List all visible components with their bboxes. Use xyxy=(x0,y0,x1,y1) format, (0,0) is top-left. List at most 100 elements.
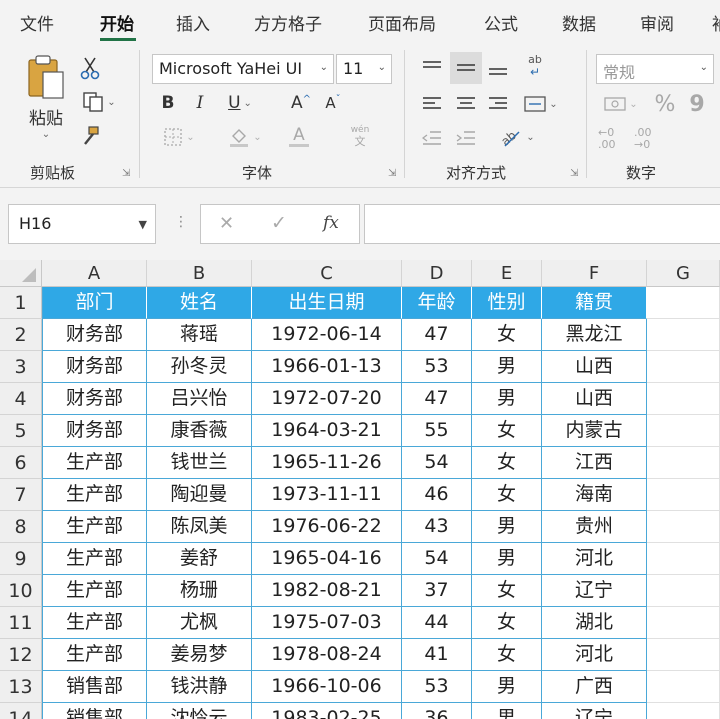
cell-dept[interactable]: 财务部 xyxy=(42,415,147,447)
tab-review[interactable]: 审阅 xyxy=(640,10,674,35)
cell-birth-date[interactable]: 1976-06-22 xyxy=(252,511,402,543)
tab-insert[interactable]: 插入 xyxy=(176,10,210,35)
tab-formulas[interactable]: 公式 xyxy=(484,10,518,35)
row-header[interactable]: 12 xyxy=(0,639,42,671)
row-header[interactable]: 10 xyxy=(0,575,42,607)
align-bottom-button[interactable] xyxy=(484,54,512,82)
cell-dept[interactable]: 财务部 xyxy=(42,351,147,383)
cell-name[interactable]: 蒋瑶 xyxy=(147,319,252,351)
tab-view[interactable]: 袖 xyxy=(712,10,720,35)
cell-age[interactable]: 53 xyxy=(402,671,472,703)
formula-bar-grip-icon[interactable]: ⋮ xyxy=(174,214,188,230)
decrease-indent-button[interactable] xyxy=(418,124,446,152)
bold-button[interactable]: B xyxy=(156,90,180,116)
font-color-button[interactable]: A xyxy=(276,122,322,150)
underline-dropdown-arrow[interactable]: ⌄ xyxy=(244,98,252,109)
empty-cell-g[interactable] xyxy=(647,543,720,575)
enter-icon[interactable]: ✓ xyxy=(271,212,287,234)
empty-cell-g[interactable] xyxy=(647,639,720,671)
formula-input[interactable] xyxy=(364,204,720,244)
align-center-button[interactable] xyxy=(452,90,480,118)
cell-hometown[interactable]: 山西 xyxy=(542,351,647,383)
empty-cell-g[interactable] xyxy=(647,287,720,319)
clipboard-launcher-icon[interactable]: ⇲ xyxy=(122,168,130,179)
cell-dept[interactable]: 生产部 xyxy=(42,511,147,543)
cell-gender[interactable]: 女 xyxy=(472,415,542,447)
row-header[interactable]: 9 xyxy=(0,543,42,575)
row-header[interactable]: 1 xyxy=(0,287,42,319)
empty-cell-g[interactable] xyxy=(647,607,720,639)
font-launcher-icon[interactable]: ⇲ xyxy=(388,168,396,179)
row-header[interactable]: 7 xyxy=(0,479,42,511)
cell-birth-date[interactable]: 1978-08-24 xyxy=(252,639,402,671)
cell-gender[interactable]: 男 xyxy=(472,703,542,719)
alignment-launcher-icon[interactable]: ⇲ xyxy=(570,168,578,179)
empty-cell-g[interactable] xyxy=(647,383,720,415)
cell-name[interactable]: 陈凤美 xyxy=(147,511,252,543)
tab-fangfanggezi[interactable]: 方方格子 xyxy=(254,10,322,35)
column-header-e[interactable]: E xyxy=(472,260,542,287)
cell-gender[interactable]: 男 xyxy=(472,671,542,703)
fill-color-button[interactable]: ⌄ xyxy=(222,124,268,150)
cell-name[interactable]: 姜易梦 xyxy=(147,639,252,671)
fill-color-dropdown-arrow[interactable]: ⌄ xyxy=(253,132,261,143)
copy-dropdown-arrow[interactable]: ⌄ xyxy=(107,97,115,108)
cell-age[interactable]: 54 xyxy=(402,543,472,575)
empty-cell-g[interactable] xyxy=(647,351,720,383)
cell-name[interactable]: 孙冬灵 xyxy=(147,351,252,383)
cell-hometown[interactable]: 山西 xyxy=(542,383,647,415)
row-header[interactable]: 5 xyxy=(0,415,42,447)
cell-hometown[interactable]: 贵州 xyxy=(542,511,647,543)
paste-button[interactable]: 粘贴 ⌄ xyxy=(20,54,72,146)
table-header-birth-date[interactable]: 出生日期 xyxy=(252,287,402,319)
cell-birth-date[interactable]: 1975-07-03 xyxy=(252,607,402,639)
cell-gender[interactable]: 男 xyxy=(472,543,542,575)
cell-hometown[interactable]: 内蒙古 xyxy=(542,415,647,447)
empty-cell-g[interactable] xyxy=(647,479,720,511)
cell-gender[interactable]: 女 xyxy=(472,447,542,479)
tab-home[interactable]: 开始 xyxy=(100,10,134,35)
phonetic-button[interactable]: wén 文 xyxy=(340,122,380,150)
grow-font-button[interactable]: A ^ xyxy=(288,90,314,116)
table-header-age[interactable]: 年龄 xyxy=(402,287,472,319)
increase-decimal-button[interactable]: ←0 .00 xyxy=(598,124,630,154)
cell-age[interactable]: 46 xyxy=(402,479,472,511)
borders-button[interactable]: ⌄ xyxy=(154,124,204,150)
cell-dept[interactable]: 生产部 xyxy=(42,639,147,671)
merge-center-button[interactable]: ⌄ xyxy=(518,90,564,118)
row-header[interactable]: 11 xyxy=(0,607,42,639)
cell-birth-date[interactable]: 1965-11-26 xyxy=(252,447,402,479)
select-all-button[interactable] xyxy=(0,260,42,287)
cell-birth-date[interactable]: 1964-03-21 xyxy=(252,415,402,447)
cell-dept[interactable]: 财务部 xyxy=(42,383,147,415)
cell-age[interactable]: 54 xyxy=(402,447,472,479)
row-header[interactable]: 2 xyxy=(0,319,42,351)
paste-dropdown-arrow[interactable]: ⌄ xyxy=(42,129,50,140)
cell-hometown[interactable]: 辽宁 xyxy=(542,703,647,719)
table-header-dept[interactable]: 部门 xyxy=(42,287,147,319)
cell-gender[interactable]: 女 xyxy=(472,607,542,639)
cell-dept[interactable]: 生产部 xyxy=(42,607,147,639)
cell-dept[interactable]: 生产部 xyxy=(42,447,147,479)
cell-gender[interactable]: 女 xyxy=(472,319,542,351)
row-header[interactable]: 13 xyxy=(0,671,42,703)
copy-button[interactable]: ⌄ xyxy=(76,88,122,116)
cell-hometown[interactable]: 广西 xyxy=(542,671,647,703)
cell-dept[interactable]: 财务部 xyxy=(42,319,147,351)
row-header[interactable]: 3 xyxy=(0,351,42,383)
orientation-button[interactable]: ab ⌄ xyxy=(494,122,540,152)
worksheet-grid[interactable]: ABCDEFG 1 2 3 4 5 6 7 8 9 10 11 12 13 14 部门 姓名 出生日期 年龄 性别… xyxy=(0,260,720,719)
column-header-c[interactable]: C xyxy=(252,260,402,287)
cell-birth-date[interactable]: 1972-06-14 xyxy=(252,319,402,351)
cell-age[interactable]: 44 xyxy=(402,607,472,639)
accounting-format-button[interactable]: ⌄ xyxy=(598,90,644,118)
align-right-button[interactable] xyxy=(484,90,512,118)
insert-function-icon[interactable]: fx xyxy=(323,213,339,233)
row-header[interactable]: 8 xyxy=(0,511,42,543)
cell-gender[interactable]: 女 xyxy=(472,639,542,671)
cell-age[interactable]: 55 xyxy=(402,415,472,447)
cancel-icon[interactable]: ✕ xyxy=(219,213,234,234)
column-header-g[interactable]: G xyxy=(647,260,720,287)
empty-cell-g[interactable] xyxy=(647,575,720,607)
cell-dept[interactable]: 生产部 xyxy=(42,575,147,607)
